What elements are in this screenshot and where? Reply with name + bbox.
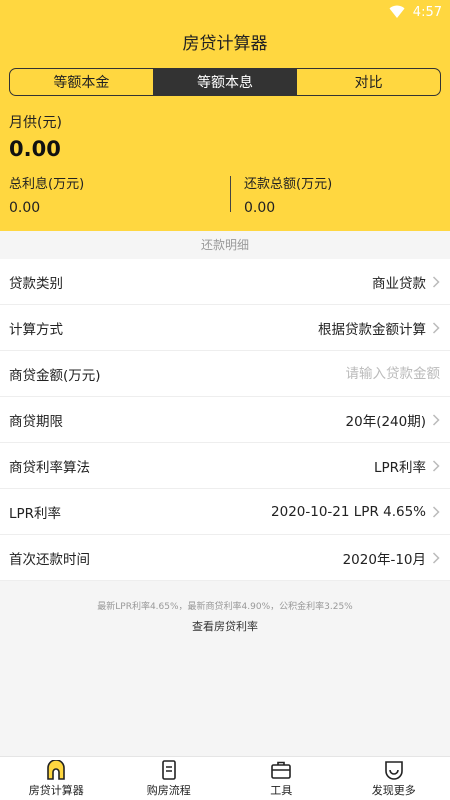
row-calc-method[interactable]: 计算方式 根据贷款金额计算	[0, 305, 450, 351]
chevron-right-icon	[432, 505, 440, 518]
tab-buying-process[interactable]: 购房流程	[113, 757, 226, 800]
row-first-payment[interactable]: 首次还款时间 2020年-10月	[0, 535, 450, 581]
chevron-right-icon	[432, 275, 440, 288]
chevron-right-icon	[432, 459, 440, 472]
rate-method-label: 商贷利率算法	[9, 459, 90, 476]
tab-label: 工具	[270, 783, 293, 797]
row-loan-term[interactable]: 商贷期限 20年(240期)	[0, 397, 450, 443]
loan-term-value: 20年(240期)	[345, 413, 426, 430]
tab-compare[interactable]: 对比	[297, 69, 440, 95]
calc-method-value: 根据贷款金额计算	[318, 321, 426, 338]
page-title: 房贷计算器	[182, 34, 268, 54]
row-loan-amount: 商贷金额(万元)	[0, 351, 450, 397]
loan-type-label: 贷款类别	[9, 275, 63, 292]
monthly-payment-label: 月供(元)	[9, 115, 62, 131]
first-payment-value: 2020年-10月	[342, 551, 426, 568]
row-lpr-rate[interactable]: LPR利率 2020-10-21 LPR 4.65%	[0, 489, 450, 535]
first-payment-label: 首次还款时间	[9, 551, 90, 568]
wifi-icon	[389, 5, 405, 18]
repayment-detail-link[interactable]: 还款明细	[0, 231, 450, 259]
loan-term-label: 商贷期限	[9, 413, 63, 430]
discover-icon	[384, 760, 403, 780]
status-time: 4:57	[412, 4, 442, 20]
home-icon	[47, 759, 66, 780]
calc-mode-tabs: 等额本金 等额本息 对比	[9, 68, 441, 96]
total-repayment-label: 还款总额(万元)	[244, 177, 333, 192]
tab-label: 房贷计算器	[28, 783, 84, 797]
lpr-rate-label: LPR利率	[9, 505, 62, 522]
loan-amount-input[interactable]	[260, 365, 440, 382]
document-icon	[161, 759, 176, 780]
bottom-tabbar: 房贷计算器 购房流程 工具 发现更多	[0, 756, 450, 800]
briefcase-icon	[271, 761, 292, 779]
tab-tools[interactable]: 工具	[225, 757, 338, 800]
monthly-payment-value: 0.00	[9, 137, 61, 161]
calc-method-label: 计算方式	[9, 321, 63, 338]
total-interest-value: 0.00	[9, 200, 41, 216]
chevron-right-icon	[432, 321, 440, 334]
status-bar: 4:57	[0, 0, 450, 24]
total-interest-label: 总利息(万元)	[9, 177, 85, 192]
chevron-right-icon	[432, 413, 440, 426]
row-rate-method[interactable]: 商贷利率算法 LPR利率	[0, 443, 450, 489]
view-rate-link[interactable]: 查看房贷利率	[0, 618, 450, 634]
rate-method-value: LPR利率	[373, 459, 426, 476]
row-loan-type[interactable]: 贷款类别 商业贷款	[0, 259, 450, 305]
loan-form: 贷款类别 商业贷款 计算方式 根据贷款金额计算 商贷金额(万元) 商贷期限 20…	[0, 259, 450, 581]
tab-equal-installment[interactable]: 等额本息	[153, 69, 298, 95]
summary-divider	[230, 176, 231, 212]
tab-equal-principal[interactable]: 等额本金	[10, 69, 154, 95]
loan-type-value: 商业贷款	[372, 275, 426, 292]
summary-header: 4:57 房贷计算器 等额本金 等额本息 对比 月供(元) 0.00 总利息(万…	[0, 0, 450, 231]
tab-mortgage-calc[interactable]: 房贷计算器	[0, 757, 113, 800]
chevron-right-icon	[432, 551, 440, 564]
tab-label: 购房流程	[146, 783, 191, 797]
total-repayment-value: 0.00	[244, 200, 276, 216]
rate-footnote: 最新LPR利率4.65%，最新商贷利率4.90%，公积金利率3.25%	[97, 602, 353, 612]
loan-amount-label: 商贷金额(万元)	[9, 367, 101, 384]
tab-discover-more[interactable]: 发现更多	[338, 757, 450, 800]
lpr-rate-value: 2020-10-21 LPR 4.65%	[271, 503, 426, 520]
tab-label: 发现更多	[371, 783, 416, 797]
